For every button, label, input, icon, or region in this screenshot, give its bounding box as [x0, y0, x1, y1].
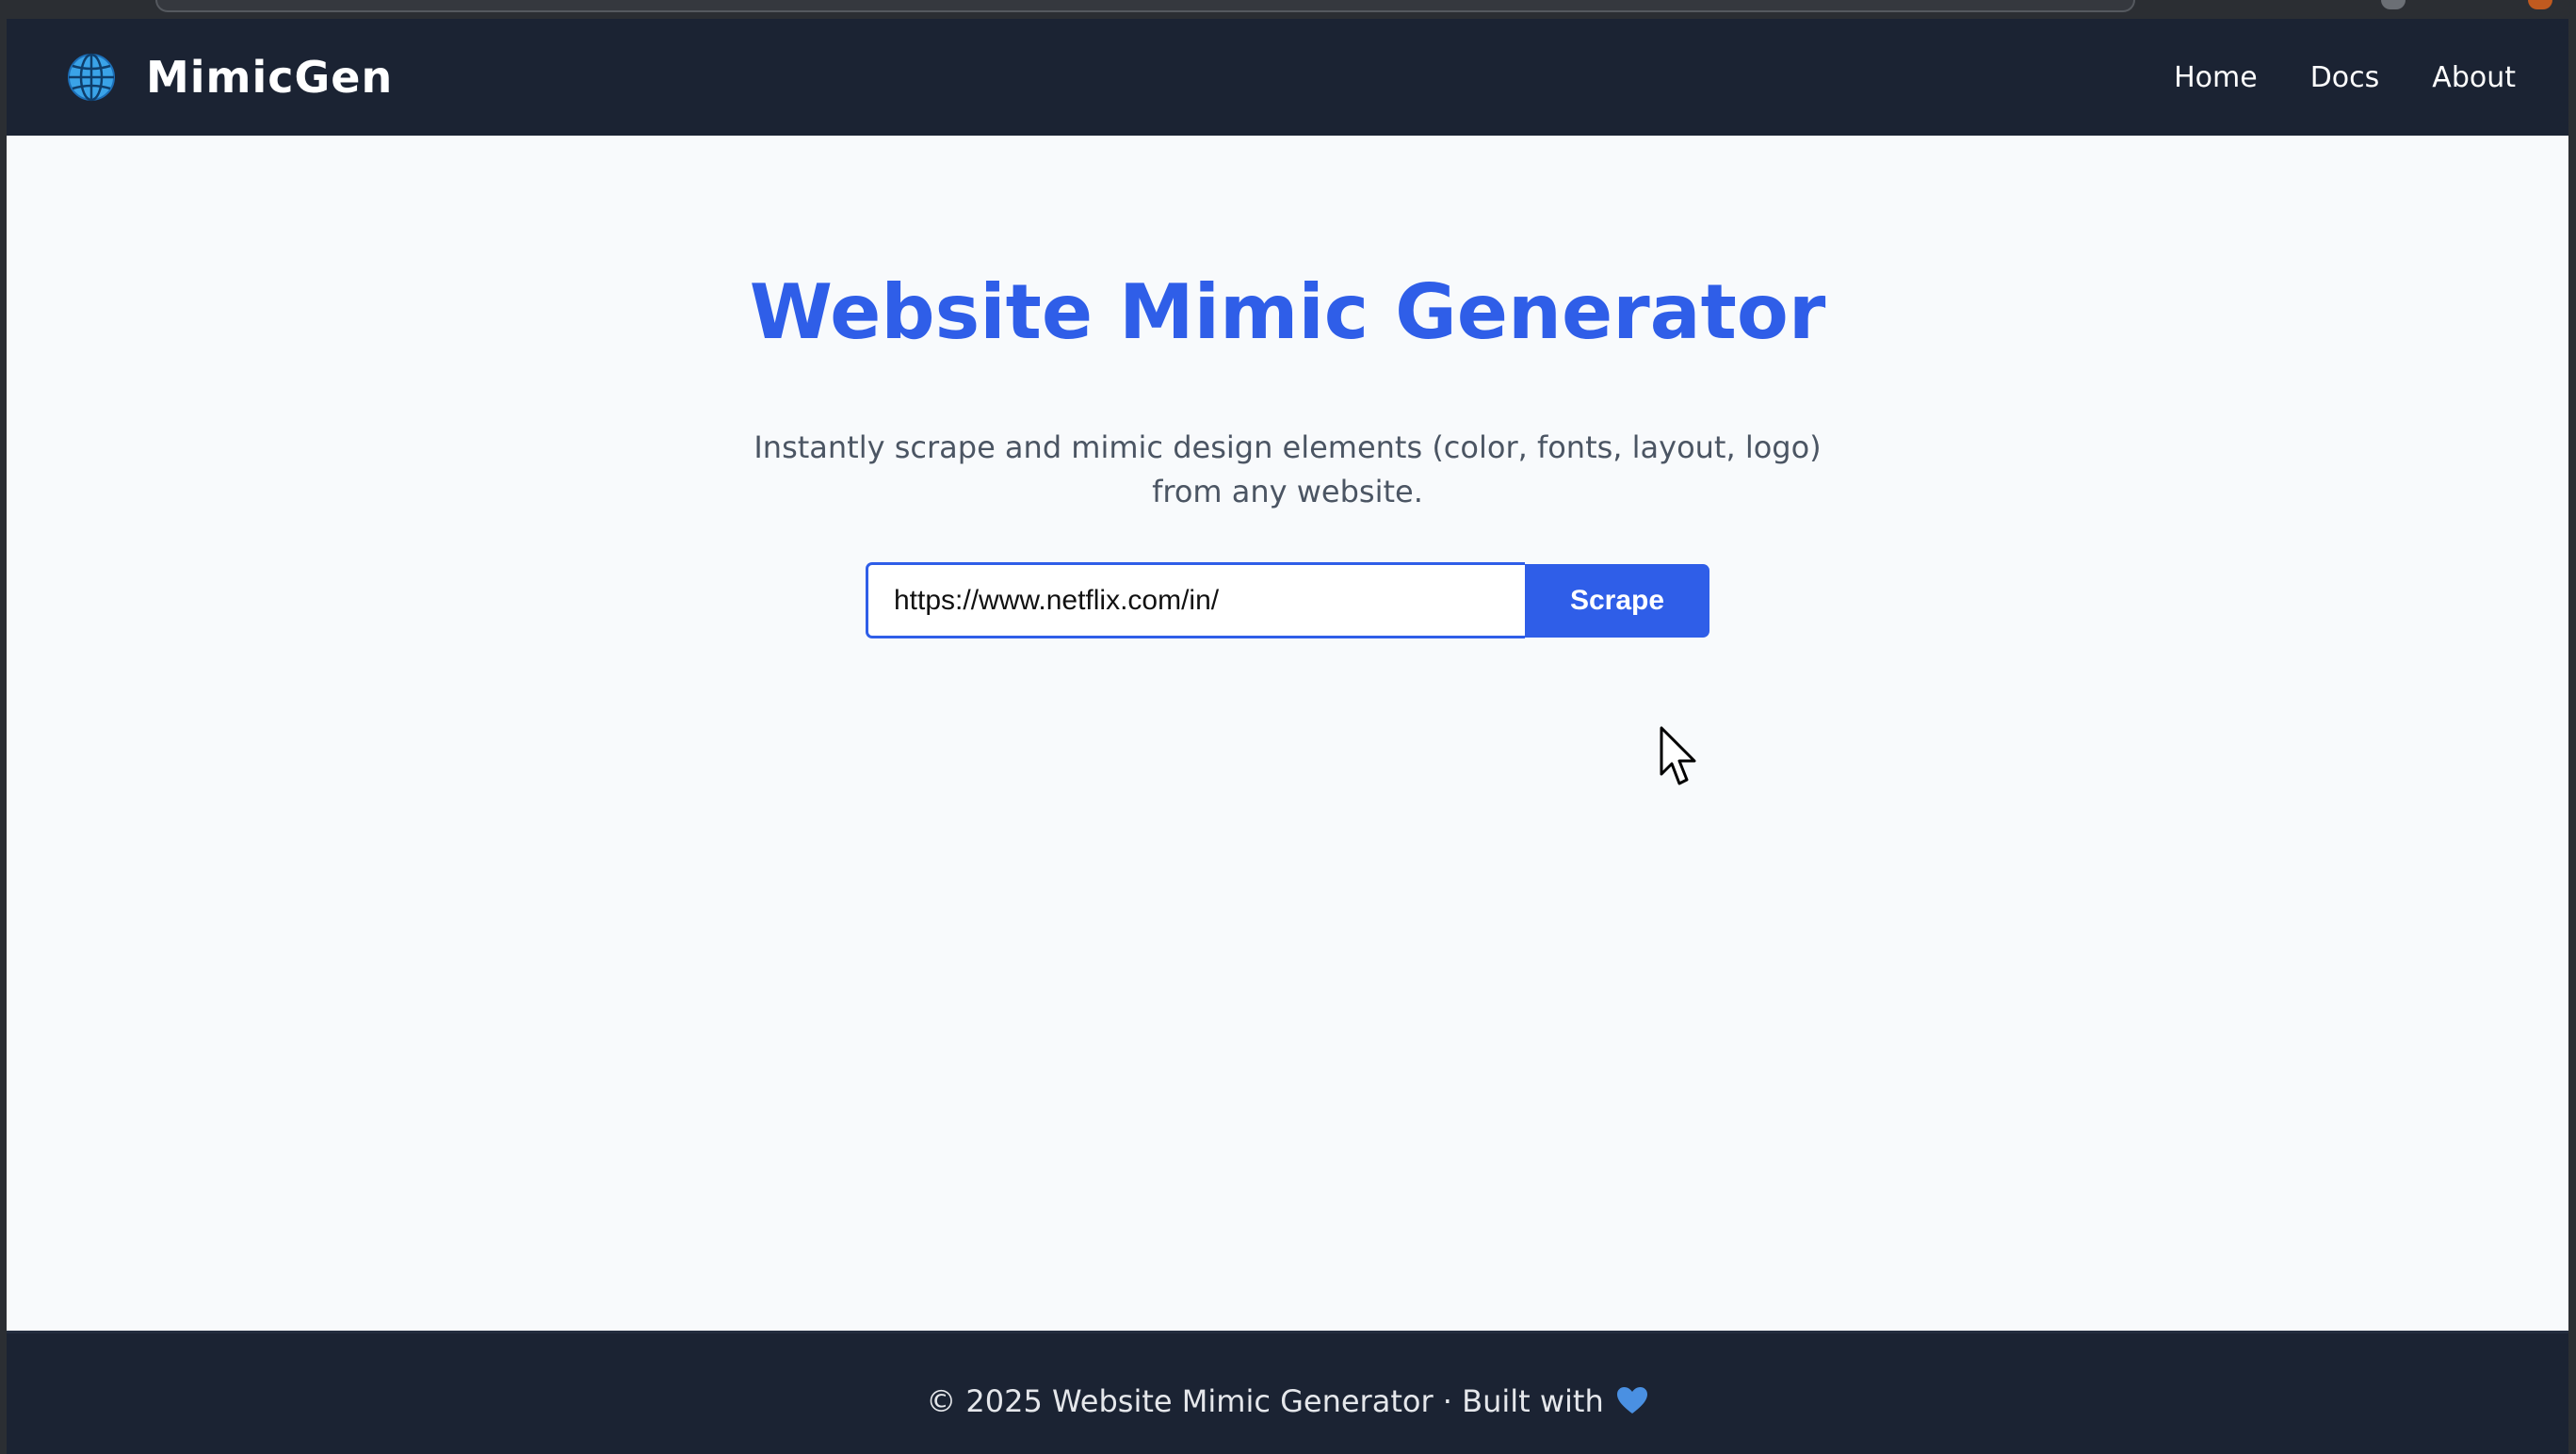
- footer: © 2025 Website Mimic Generator · Built w…: [7, 1331, 2568, 1454]
- brand[interactable]: MimicGen: [65, 19, 393, 136]
- page-viewport: MimicGen Home Docs About Website Mimic G…: [7, 19, 2568, 1454]
- page-title: Website Mimic Generator: [749, 268, 1826, 356]
- nav-link-docs[interactable]: Docs: [2310, 61, 2380, 94]
- scrape-button[interactable]: Scrape: [1525, 564, 1709, 638]
- brand-name: MimicGen: [146, 52, 394, 103]
- browser-chrome-top: [0, 0, 2576, 19]
- page-subtitle: Instantly scrape and mimic design elemen…: [753, 429, 1822, 509]
- footer-copyright: © 2025 Website Mimic Generator · Built w…: [7, 1383, 2568, 1419]
- mouse-cursor-icon: [1660, 726, 1696, 785]
- nav-link-home[interactable]: Home: [2174, 61, 2258, 94]
- footer-text: © 2025 Website Mimic Generator · Built w…: [926, 1383, 1604, 1419]
- scrape-form: Scrape: [866, 562, 1709, 638]
- browser-profile-icon[interactable]: [2381, 0, 2406, 9]
- nav-link-about[interactable]: About: [2432, 61, 2516, 94]
- globe-icon: [68, 53, 115, 102]
- browser-extension-icon[interactable]: [2528, 0, 2552, 9]
- navbar: MimicGen Home Docs About: [7, 19, 2568, 136]
- browser-address-bar[interactable]: [155, 0, 2135, 12]
- nav-links: Home Docs About: [2121, 19, 2516, 136]
- blue-heart-icon: [1616, 1387, 1647, 1414]
- url-input[interactable]: [866, 562, 1525, 638]
